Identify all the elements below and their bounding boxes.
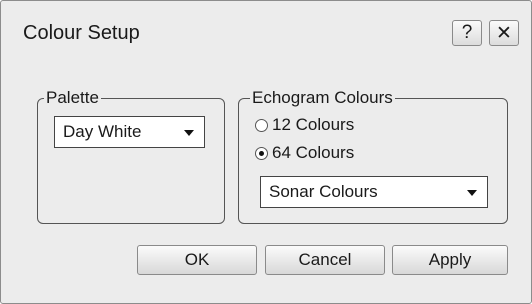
palette-group: Palette Day White bbox=[37, 88, 225, 224]
dialog-title: Colour Setup bbox=[23, 22, 140, 44]
palette-dropdown[interactable]: Day White bbox=[54, 116, 205, 148]
radio-12-colours-indicator[interactable] bbox=[255, 118, 268, 132]
radio-12-colours[interactable]: 12 Colours bbox=[255, 115, 354, 135]
chevron-down-icon bbox=[467, 190, 477, 196]
palette-group-label: Palette bbox=[44, 88, 101, 108]
close-button[interactable]: ✕ bbox=[489, 20, 519, 46]
radio-64-colours[interactable]: 64 Colours bbox=[255, 143, 354, 163]
colour-scheme-dropdown-value: Sonar Colours bbox=[269, 182, 378, 201]
close-icon: ✕ bbox=[496, 22, 512, 44]
palette-dropdown-value: Day White bbox=[63, 122, 142, 141]
apply-button[interactable]: Apply bbox=[392, 245, 508, 275]
help-icon: ? bbox=[461, 22, 473, 43]
radio-64-colours-indicator[interactable] bbox=[255, 146, 268, 160]
colour-scheme-dropdown[interactable]: Sonar Colours bbox=[260, 176, 488, 208]
cancel-button[interactable]: Cancel bbox=[265, 245, 385, 275]
colour-setup-dialog: Colour Setup ? ✕ Palette Day White Echog… bbox=[0, 0, 532, 304]
help-button[interactable]: ? bbox=[452, 20, 482, 46]
ok-button[interactable]: OK bbox=[137, 245, 257, 275]
radio-12-colours-label: 12 Colours bbox=[272, 115, 355, 134]
radio-64-colours-label: 64 Colours bbox=[272, 143, 355, 162]
chevron-down-icon bbox=[184, 130, 194, 136]
echogram-colours-group: Echogram Colours 12 Colours 64 Colours S… bbox=[238, 88, 508, 224]
echogram-colours-group-label: Echogram Colours bbox=[250, 88, 395, 108]
